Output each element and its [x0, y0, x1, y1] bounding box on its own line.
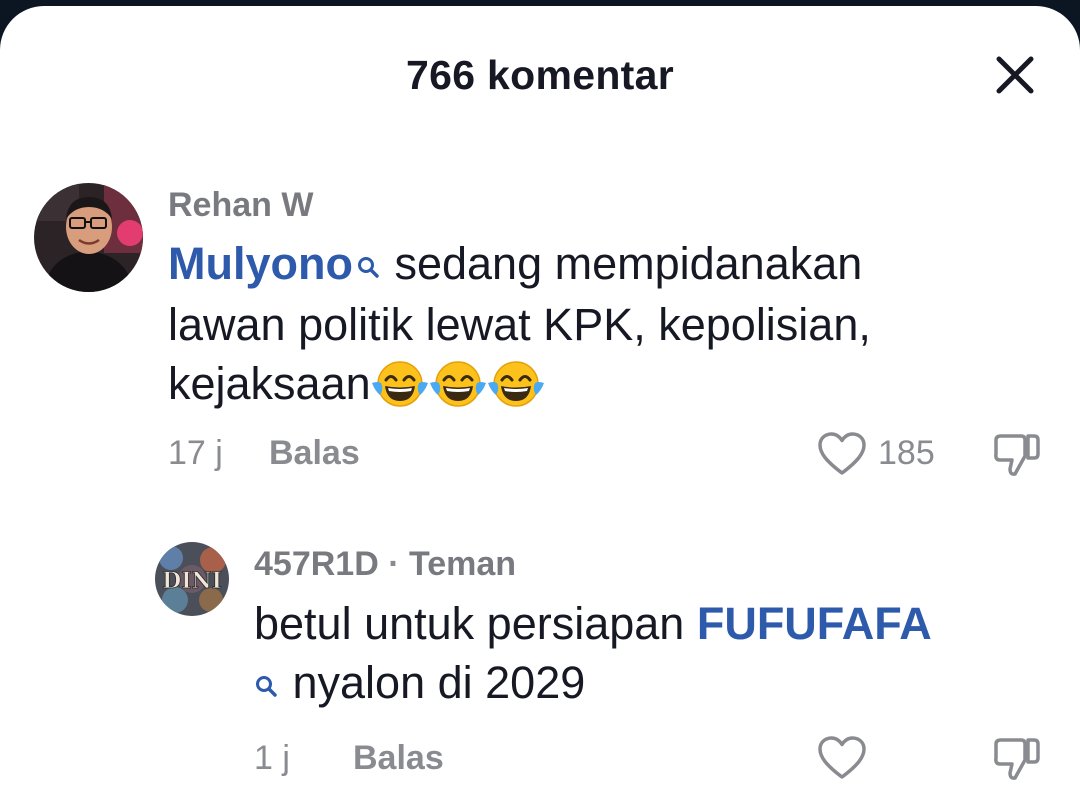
comment-body-line: Mulyono sedang mempidanakan — [168, 234, 1048, 295]
heart-icon — [818, 432, 866, 475]
close-button[interactable] — [990, 50, 1040, 100]
dislike-button[interactable] — [990, 734, 1042, 786]
comments-count-title: 766 komentar — [406, 52, 674, 98]
comment-text: sedang mempidanakan — [381, 238, 863, 289]
face-with-tears-of-joy-emoji — [371, 359, 429, 407]
friend-tag: Teman — [408, 545, 517, 583]
reply-timestamp: 1 j — [254, 739, 290, 777]
thumbs-down-icon — [994, 738, 1040, 780]
mention-link[interactable]: Mulyono — [168, 238, 353, 289]
like-count: 185 — [878, 434, 935, 472]
heart-icon — [818, 736, 866, 779]
comment-author[interactable]: Rehan W — [168, 186, 313, 225]
search-icon[interactable] — [254, 655, 280, 714]
search-icon[interactable] — [356, 236, 382, 295]
comments-sheet: 766 komentar Rehan W Mulyono sedang memp… — [0, 6, 1080, 792]
comment-body-line: kejaksaan — [168, 354, 1048, 413]
thumbs-down-icon — [994, 434, 1040, 476]
reply-button[interactable]: Balas — [269, 434, 360, 473]
comment-body-line: lawan politik lewat KPK, kepolisian, — [168, 299, 871, 350]
avatar-457r1d[interactable]: DINI — [155, 542, 229, 616]
avatar-rehan-w[interactable] — [34, 183, 143, 292]
reply-author[interactable]: 457R1D — [254, 545, 379, 583]
reply-author-line: 457R1D · Teman — [254, 545, 516, 584]
comment-body: Mulyono sedang mempidanakan lawan politi… — [168, 234, 1048, 413]
avatar-text: DINI — [162, 568, 222, 594]
like-button[interactable] — [816, 734, 868, 782]
face-with-tears-of-joy-emoji — [429, 359, 487, 407]
reply-body-line: nyalon di 2029 — [254, 653, 1054, 714]
mention-link[interactable]: FUFUFAFA — [697, 598, 932, 649]
face-with-tears-of-joy-emoji — [487, 359, 545, 407]
like-button[interactable] — [816, 430, 868, 478]
reply-text: nyalon di 2029 — [280, 657, 586, 708]
comment-timestamp: 17 j — [168, 434, 223, 472]
reply-button[interactable]: Balas — [353, 739, 444, 778]
comment-text: kejaksaan — [168, 358, 371, 409]
dislike-button[interactable] — [990, 430, 1042, 482]
reply-body-line: betul untuk persiapan FUFUFAFA — [254, 594, 1054, 653]
reply-text: betul untuk persiapan — [254, 598, 697, 649]
author-separator: · — [378, 545, 409, 583]
close-icon — [996, 56, 1034, 94]
reply-body: betul untuk persiapan FUFUFAFA nyalon di… — [254, 594, 1054, 714]
